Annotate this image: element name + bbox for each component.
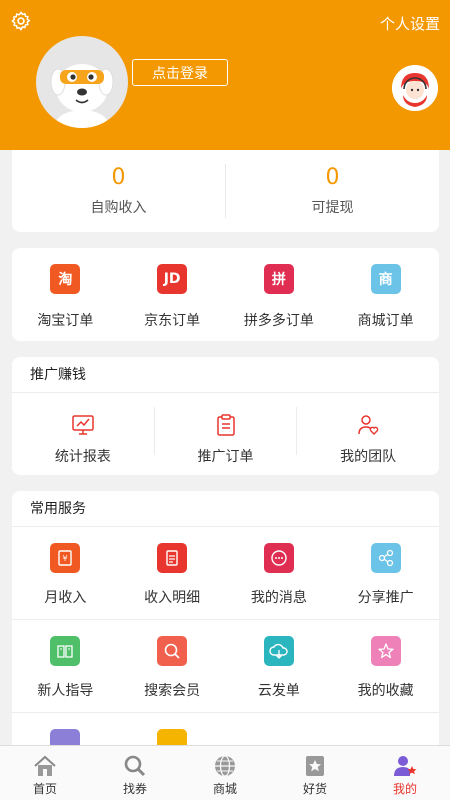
team-icon [358,415,379,435]
stats-report-item[interactable]: 统计报表 [12,393,154,475]
self-purchase-income[interactable]: 0 自购收入 [12,150,225,232]
promotion-orders-item[interactable]: 推广订单 [155,393,297,475]
service-share-promotion[interactable]: 分享推广 [332,527,439,619]
order-label: 淘宝订单 [37,313,94,329]
home-icon [34,755,56,776]
svg-text:¥: ¥ [63,554,68,563]
income-detail-icon [157,543,188,573]
pinduoduo-icon: 拼 [263,264,294,294]
withdrawable-value: 0 [325,165,340,190]
promotion-orders-label: 推广订单 [197,449,254,465]
tab-find-coupons[interactable]: 找券 [90,746,180,800]
personal-settings-link[interactable]: 个人设置 [380,13,440,34]
service-cloud-order[interactable]: 云发单 [226,620,333,712]
tab-mall[interactable]: 商城 [180,746,270,800]
cloud-icon [263,636,294,666]
dog-mascot-icon [50,64,114,128]
share-icon [370,543,401,573]
jd-icon: JD [157,264,188,294]
my-team-label: 我的团队 [340,449,397,465]
search-member-icon [157,636,188,666]
order-item-mall[interactable]: 商 商城订单 [332,248,439,341]
services-title: 常用服务 [12,491,439,527]
service-search-member[interactable]: 搜索会员 [119,620,226,712]
tab-label: 好货 [302,782,327,796]
avatar[interactable] [36,36,128,128]
tab-home[interactable]: 首页 [0,746,90,800]
guide-book-icon [50,636,81,666]
service-label: 搜索会员 [144,683,201,699]
service-my-favorites[interactable]: 我的收藏 [332,620,439,712]
common-services-card: 常用服务 ¥ 月收入 收入明细 我的消息 分享推广 新人指导 搜索会员 云发单 … [12,491,439,761]
tab-label: 商城 [212,782,237,796]
service-income-detail[interactable]: 收入明细 [119,527,226,619]
service-monthly-income[interactable]: ¥ 月收入 [12,527,119,619]
order-label: 商城订单 [357,313,414,329]
service-label: 我的收藏 [357,683,414,699]
order-label: 拼多多订单 [243,313,314,329]
order-label: 京东订单 [144,313,201,329]
stats-report-label: 统计报表 [54,449,111,465]
orders-card: 淘 淘宝订单 JD 京东订单 拼 拼多多订单 商 商城订单 [12,248,439,341]
goods-icon [306,756,324,776]
service-label: 月收入 [44,590,87,606]
tab-label: 首页 [32,782,57,796]
clipboard-icon [216,414,235,436]
service-label: 云发单 [257,683,300,699]
order-item-taobao[interactable]: 淘 淘宝订单 [12,248,119,341]
withdrawable-balance[interactable]: 0 可提现 [226,150,439,232]
star-icon [370,636,401,666]
chart-report-icon [72,415,94,435]
service-my-messages[interactable]: 我的消息 [226,527,333,619]
bottom-tab-bar: 首页 找券 商城 好货 我的 [0,745,450,800]
my-team-item[interactable]: 我的团队 [297,393,439,475]
customer-service-icon[interactable] [392,65,438,111]
order-item-jd[interactable]: JD 京东订单 [119,248,226,341]
promotion-title: 推广赚钱 [12,357,439,393]
profile-header: 个人设置 点击登录 [0,0,450,150]
self-purchase-income-value: 0 [111,165,126,190]
tab-label: 找券 [122,782,147,796]
order-item-pinduoduo[interactable]: 拼 拼多多订单 [226,248,333,341]
tab-label: 我的 [392,782,417,796]
globe-icon [215,755,235,777]
monthly-income-icon: ¥ [50,543,81,573]
promotion-card: 推广赚钱 统计报表 推广订单 我的团队 [12,357,439,475]
service-label: 收入明细 [144,590,201,606]
service-label: 分享推广 [357,590,414,606]
message-icon [263,543,294,573]
mall-icon: 商 [370,264,401,294]
self-purchase-income-label: 自购收入 [90,200,147,216]
profile-icon [394,756,417,776]
tab-good-goods[interactable]: 好货 [270,746,360,800]
service-label: 新人指导 [37,683,94,699]
search-coupon-icon [124,755,146,777]
service-label: 我的消息 [250,590,307,606]
service-newbie-guide[interactable]: 新人指导 [12,620,119,712]
taobao-icon: 淘 [50,264,81,294]
gear-icon[interactable] [10,10,32,32]
tab-mine[interactable]: 我的 [360,746,450,800]
withdrawable-label: 可提现 [311,200,354,216]
income-summary-card: 0 自购收入 0 可提现 [12,150,439,232]
login-button[interactable]: 点击登录 [132,59,228,86]
